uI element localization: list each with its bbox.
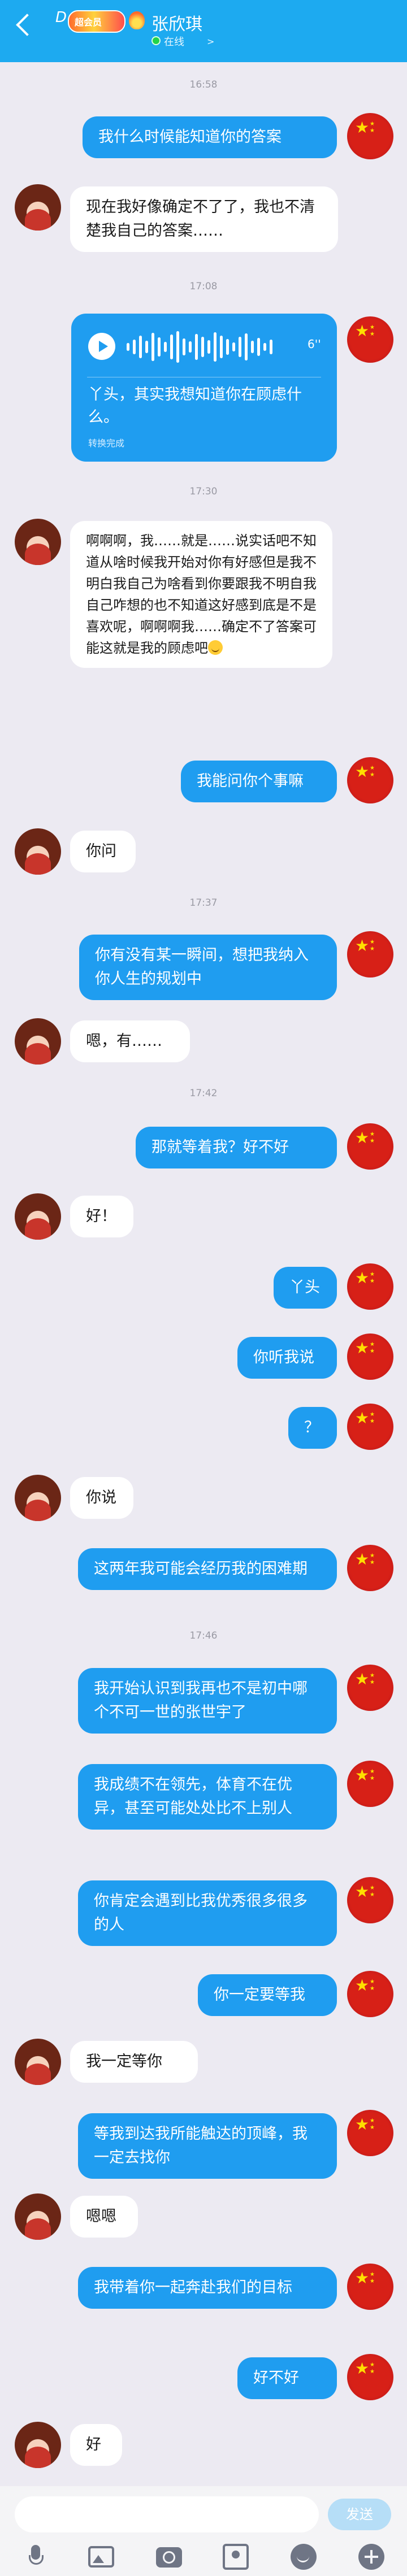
my-avatar[interactable]: [347, 1123, 393, 1170]
message-input[interactable]: [15, 2496, 319, 2532]
my-avatar[interactable]: [347, 1877, 393, 1923]
voice-transcript: 丫头，其实我想知道你在顾虑什么。: [88, 386, 302, 426]
received-message[interactable]: 好: [70, 2424, 122, 2466]
plus-icon[interactable]: [358, 2544, 384, 2570]
contact-avatar[interactable]: [15, 2039, 61, 2085]
transcript-source: 转换完成: [88, 438, 125, 449]
contact-avatar[interactable]: [15, 1475, 61, 1521]
waveform-icon: [127, 331, 296, 363]
my-avatar[interactable]: [347, 2354, 393, 2400]
input-bar: 发送: [0, 2486, 407, 2576]
received-message[interactable]: 啊啊啊，我……就是……说实话吧不知道从啥时候我开始对你有好感但是我不明白我自己为…: [70, 521, 332, 668]
my-avatar[interactable]: [347, 1665, 393, 1711]
voice-duration: 6'': [308, 337, 321, 351]
microphone-icon[interactable]: [23, 2544, 49, 2570]
timestamp: 17:08: [189, 281, 218, 292]
my-avatar[interactable]: [347, 1761, 393, 1807]
my-avatar[interactable]: [347, 931, 393, 978]
my-avatar[interactable]: [347, 2110, 393, 2156]
received-message[interactable]: 现在我好像确定不了了，我也不清楚我自己的答案……: [70, 186, 338, 252]
sent-message[interactable]: 丫头: [274, 1267, 337, 1309]
contact-name[interactable]: 张欣琪: [151, 10, 202, 35]
play-icon[interactable]: [88, 333, 115, 360]
my-avatar[interactable]: [347, 1333, 393, 1380]
my-avatar[interactable]: [347, 1404, 393, 1450]
vip-badge: 超会员: [68, 10, 125, 33]
red-packet-icon[interactable]: [223, 2544, 249, 2570]
sent-message[interactable]: 我带着你一起奔赴我们的目标: [78, 2267, 337, 2309]
my-avatar[interactable]: [347, 1971, 393, 2017]
contact-avatar[interactable]: [15, 1018, 61, 1065]
voice-message[interactable]: 6'' 丫头，其实我想知道你在顾虑什么。 转换完成: [71, 314, 337, 462]
emoji-icon[interactable]: [291, 2544, 317, 2570]
received-message[interactable]: 你问: [70, 831, 136, 872]
timestamp: 17:46: [189, 1630, 218, 1641]
sent-message[interactable]: ？: [288, 1407, 337, 1449]
sent-message[interactable]: 好不好: [237, 2357, 337, 2399]
smile-emoji-icon: [208, 640, 223, 655]
received-message[interactable]: 我一定等你: [70, 2041, 198, 2083]
timestamp: 17:30: [189, 486, 218, 497]
contact-avatar[interactable]: [15, 2193, 61, 2240]
timestamp: 16:58: [189, 79, 218, 90]
contact-avatar[interactable]: [15, 828, 61, 875]
my-avatar[interactable]: [347, 316, 393, 363]
sent-message[interactable]: 这两年我可能会经历我的困难期: [78, 1548, 337, 1590]
sent-message[interactable]: 等我到达我所能触达的顶峰，我一定去找你: [78, 2113, 337, 2179]
camera-icon[interactable]: [156, 2547, 182, 2568]
sent-message[interactable]: 你肯定会遇到比我优秀很多很多的人: [78, 1880, 337, 1946]
my-avatar[interactable]: [347, 1545, 393, 1591]
sent-message[interactable]: 我开始认识到我再也不是初中哪个不可一世的张世宇了: [78, 1668, 337, 1734]
sent-message[interactable]: 我能问你个事嘛: [181, 761, 337, 802]
timestamp: 17:37: [189, 897, 218, 909]
online-dot-icon: [151, 36, 161, 45]
contact-avatar[interactable]: [15, 2422, 61, 2468]
sent-message[interactable]: 我成绩不在领先，体育不在优异，甚至可能处处比不上别人: [78, 1764, 337, 1830]
send-button[interactable]: 发送: [328, 2499, 391, 2530]
received-message[interactable]: 嗯，有……: [70, 1020, 190, 1062]
online-status[interactable]: 在线: [164, 34, 184, 49]
my-avatar[interactable]: [347, 1263, 393, 1310]
status-arrow-icon: >: [207, 36, 215, 47]
timestamp: 17:42: [189, 1088, 218, 1099]
received-message[interactable]: 你说: [70, 1477, 133, 1519]
received-message[interactable]: 嗯嗯: [70, 2196, 138, 2238]
chat-header: D 超会员 张欣琪 在线 >: [0, 0, 407, 62]
sent-message[interactable]: 你听我说: [237, 1337, 337, 1379]
image-icon[interactable]: [88, 2546, 114, 2568]
my-avatar[interactable]: [347, 2264, 393, 2310]
sent-message[interactable]: 我什么时候能知道你的答案: [83, 116, 337, 158]
contact-avatar[interactable]: [15, 1193, 61, 1240]
sent-message[interactable]: 那就等着我？好不好: [136, 1127, 337, 1168]
my-avatar[interactable]: [347, 757, 393, 803]
back-arrow-icon[interactable]: [15, 11, 37, 40]
vip-level-mark: D: [55, 9, 67, 26]
sent-message[interactable]: 你有没有某一瞬间，想把我纳入你人生的规划中: [79, 935, 337, 1000]
sent-message[interactable]: 你一定要等我: [198, 1974, 337, 2016]
my-avatar[interactable]: [347, 113, 393, 159]
flame-icon: [129, 11, 145, 29]
received-message[interactable]: 好！: [70, 1196, 133, 1237]
contact-avatar[interactable]: [15, 184, 61, 231]
contact-avatar[interactable]: [15, 519, 61, 565]
